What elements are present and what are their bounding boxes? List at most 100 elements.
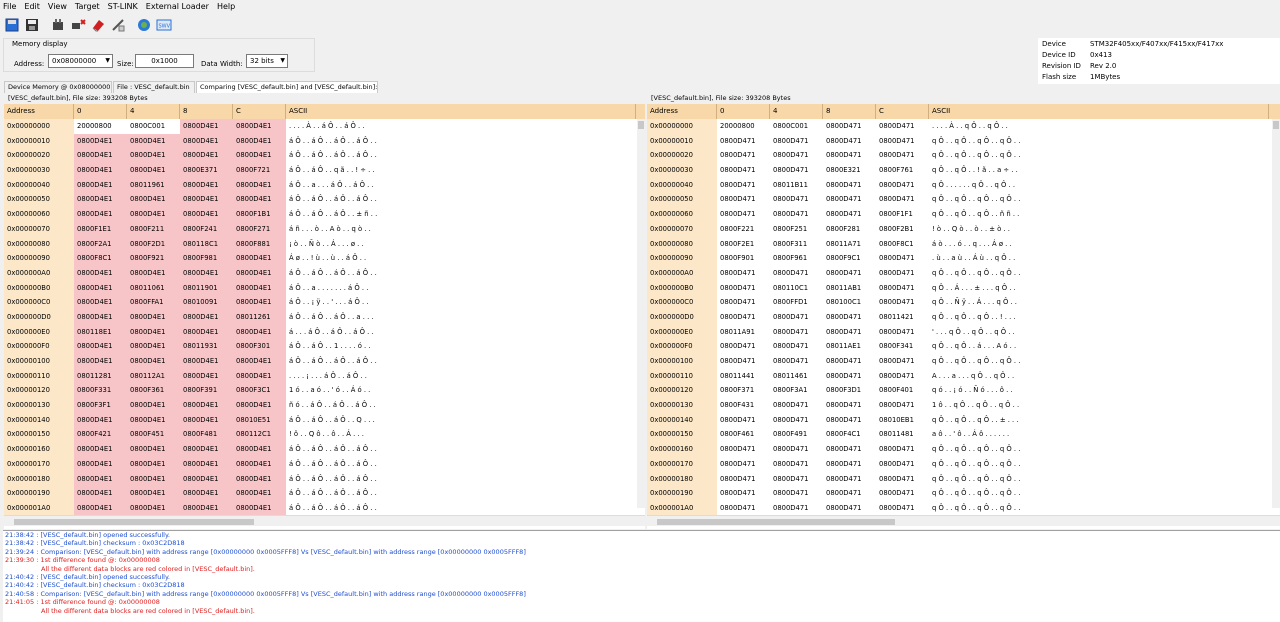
hex-cell[interactable]: 08011AE1 <box>823 339 876 354</box>
hex-cell[interactable]: 08011281 <box>74 368 127 384</box>
disconnect-icon[interactable] <box>69 16 87 34</box>
hex-cell[interactable]: 0800D4E1 <box>233 280 286 296</box>
hex-cell[interactable]: 0800D4E1 <box>180 119 233 134</box>
hex-cell[interactable]: 0800F3D1 <box>823 383 876 398</box>
hex-cell[interactable]: 0800F8C1 <box>876 237 929 252</box>
hex-cell[interactable]: 0800D471 <box>770 413 823 428</box>
ascii-cell[interactable]: ñ ó . . á Ô . . á Ô . . á Ô . . <box>286 398 636 413</box>
ascii-cell[interactable]: q Ô . . q Ô . . q Ô . . ± . . . <box>929 413 1269 428</box>
hex-cell[interactable]: 0800D471 <box>876 281 929 296</box>
ascii-cell[interactable]: q ó . . ¡ ó . . Ñ ó . . . ô . . <box>929 383 1269 398</box>
hex-cell[interactable]: 0800D471 <box>717 501 770 516</box>
hex-cell[interactable]: 0800FFA1 <box>127 295 180 310</box>
new-icon[interactable] <box>3 16 21 34</box>
hex-cell[interactable]: 0800D471 <box>823 119 876 134</box>
hex-cell[interactable]: 0800D4E1 <box>127 354 180 369</box>
hex-cell[interactable]: 0800D4E1 <box>74 309 127 325</box>
hex-cell[interactable]: 0800F361 <box>127 383 180 399</box>
hex-cell[interactable]: 0800F281 <box>823 222 876 237</box>
hex-cell[interactable]: 08011901 <box>180 280 233 296</box>
hex-cell[interactable]: 0800D4E1 <box>127 148 180 164</box>
hex-cell[interactable]: 0800D4E1 <box>233 368 286 384</box>
hex-cell[interactable]: 0800D4E1 <box>74 192 127 208</box>
hex-cell[interactable]: 08011441 <box>717 369 770 384</box>
hex-cell[interactable]: 0800F1B1 <box>233 207 286 222</box>
hex-cell[interactable]: 0800D471 <box>770 472 823 487</box>
column-header[interactable]: C <box>876 104 929 119</box>
ascii-cell[interactable]: q Ô . . q Ô . . q Ô . . q Ô . . <box>929 192 1269 207</box>
hex-cell[interactable]: 080118E1 <box>74 324 127 340</box>
ascii-cell[interactable]: á Ô . . á Ô . . á Ô . . á Ô . . <box>286 442 636 457</box>
hex-cell[interactable]: 0800F271 <box>233 221 286 237</box>
hex-cell[interactable]: 0800D4E1 <box>74 207 127 222</box>
hex-cell[interactable]: 0800D471 <box>717 192 770 207</box>
hex-cell[interactable]: 0800D4E1 <box>180 471 233 487</box>
ascii-cell[interactable]: á Ô . . a . . . á Ô . . á Ô . . <box>286 178 636 193</box>
ascii-cell[interactable]: q Ô . . q Ô . . q Ô . . ! . . . <box>929 310 1269 325</box>
hex-cell[interactable]: 0800F1E1 <box>74 221 127 237</box>
hex-cell[interactable]: 0800D471 <box>717 281 770 296</box>
hex-cell[interactable]: 0800D471 <box>876 251 929 266</box>
ascii-cell[interactable]: A . . . a . . . q Ô . . q Ô . . <box>929 369 1269 384</box>
hex-cell[interactable]: 0800F311 <box>770 237 823 252</box>
hex-cell[interactable]: 0800D471 <box>770 339 823 354</box>
hex-cell[interactable]: 0800D4E1 <box>74 148 127 164</box>
hex-cell[interactable]: 0800FFD1 <box>770 295 823 310</box>
ascii-cell[interactable]: q Ô . . q Ô . . q Ô . . q Ô . . <box>929 457 1269 472</box>
ascii-cell[interactable]: q Ô . . q Ô . . q Ô . . q Ô . . <box>929 486 1269 501</box>
ascii-cell[interactable]: á ñ . . . ò . . A ò . . q ò . . <box>286 222 636 237</box>
ascii-cell[interactable]: ' . . . q Ô . . q Ô . . q Ô . . <box>929 325 1269 340</box>
hex-cell[interactable]: 0800D471 <box>876 369 929 384</box>
hex-cell[interactable]: 20000800 <box>717 119 770 134</box>
hex-cell[interactable]: 0800D4E1 <box>233 119 286 134</box>
column-header[interactable]: 0 <box>717 104 770 119</box>
ascii-cell[interactable]: a ô . . ' ô . . Á ô . . . . . . <box>929 427 1269 442</box>
column-header[interactable]: Address <box>4 104 74 119</box>
hex-cell[interactable]: 0800F2E1 <box>717 237 770 252</box>
hex-cell[interactable]: 0800D4E1 <box>74 412 127 428</box>
hex-cell[interactable]: 0800D471 <box>876 148 929 163</box>
hex-cell[interactable]: 08010EB1 <box>876 413 929 428</box>
hex-cell[interactable]: 0800D471 <box>770 501 823 516</box>
hex-cell[interactable]: 0800D4E1 <box>127 442 180 457</box>
hex-cell[interactable]: 0800D471 <box>770 398 823 413</box>
hex-cell[interactable]: 0800D4E1 <box>74 339 127 354</box>
hex-cell[interactable]: 0800D4E1 <box>127 309 180 325</box>
hex-cell[interactable]: 0800D471 <box>770 354 823 369</box>
hex-cell[interactable]: 0800F331 <box>74 383 127 399</box>
hex-cell[interactable]: 0800D4E1 <box>180 309 233 325</box>
hex-cell[interactable]: 0800D471 <box>876 325 929 340</box>
hex-cell[interactable]: 0800D471 <box>717 266 770 281</box>
hex-cell[interactable]: 0800D471 <box>823 310 876 325</box>
hex-cell[interactable]: 0800D471 <box>876 472 929 487</box>
hex-cell[interactable]: 0800F921 <box>127 251 180 266</box>
hex-cell[interactable]: 20000800 <box>74 119 127 134</box>
hex-cell[interactable]: 0800D4E1 <box>74 265 127 281</box>
hex-cell[interactable]: 0800D471 <box>876 398 929 413</box>
hex-cell[interactable]: 080112A1 <box>127 368 180 384</box>
hex-cell[interactable]: 0800D4E1 <box>127 412 180 428</box>
hex-cell[interactable]: 0800D4E1 <box>127 192 180 208</box>
hex-cell[interactable]: 0800F3F1 <box>74 398 127 413</box>
hex-cell[interactable]: 0800D4E1 <box>180 442 233 457</box>
hex-cell[interactable]: 0800F401 <box>876 383 929 398</box>
ascii-cell[interactable]: á Ô . . á Ô . . á Ô . . ± ñ . . <box>286 207 636 222</box>
hex-cell[interactable]: 0800F371 <box>717 383 770 398</box>
hex-cell[interactable]: 080112C1 <box>233 427 286 443</box>
hex-cell[interactable]: 0800D471 <box>823 354 876 369</box>
hex-cell[interactable]: 0800D471 <box>770 134 823 149</box>
ascii-cell[interactable]: q Ô . . q Ô . . q Ô . . ñ ñ . . <box>929 207 1269 222</box>
hex-cell[interactable]: 0800D471 <box>717 339 770 354</box>
hex-cell[interactable]: 08011A91 <box>717 325 770 340</box>
column-header[interactable]: 8 <box>180 104 233 119</box>
hex-cell[interactable]: 0800D471 <box>717 486 770 501</box>
hex-cell[interactable]: 0800D471 <box>876 192 929 207</box>
hex-cell[interactable]: 0800F8C1 <box>74 251 127 266</box>
hex-cell[interactable]: 0800D471 <box>770 207 823 222</box>
ascii-cell[interactable]: ! ò . . Q ò . . ò . . ± ò . . <box>929 222 1269 237</box>
hex-cell[interactable]: 0800D471 <box>717 163 770 178</box>
hex-cell[interactable]: 0800D4E1 <box>233 324 286 340</box>
ascii-cell[interactable]: á Ô . . á Ô . . á Ô . . á Ô . . <box>286 148 636 163</box>
hex-cell[interactable]: 0800D471 <box>823 148 876 163</box>
tab-device-memory[interactable]: Device Memory @ 0x08000000 : <box>4 81 112 93</box>
